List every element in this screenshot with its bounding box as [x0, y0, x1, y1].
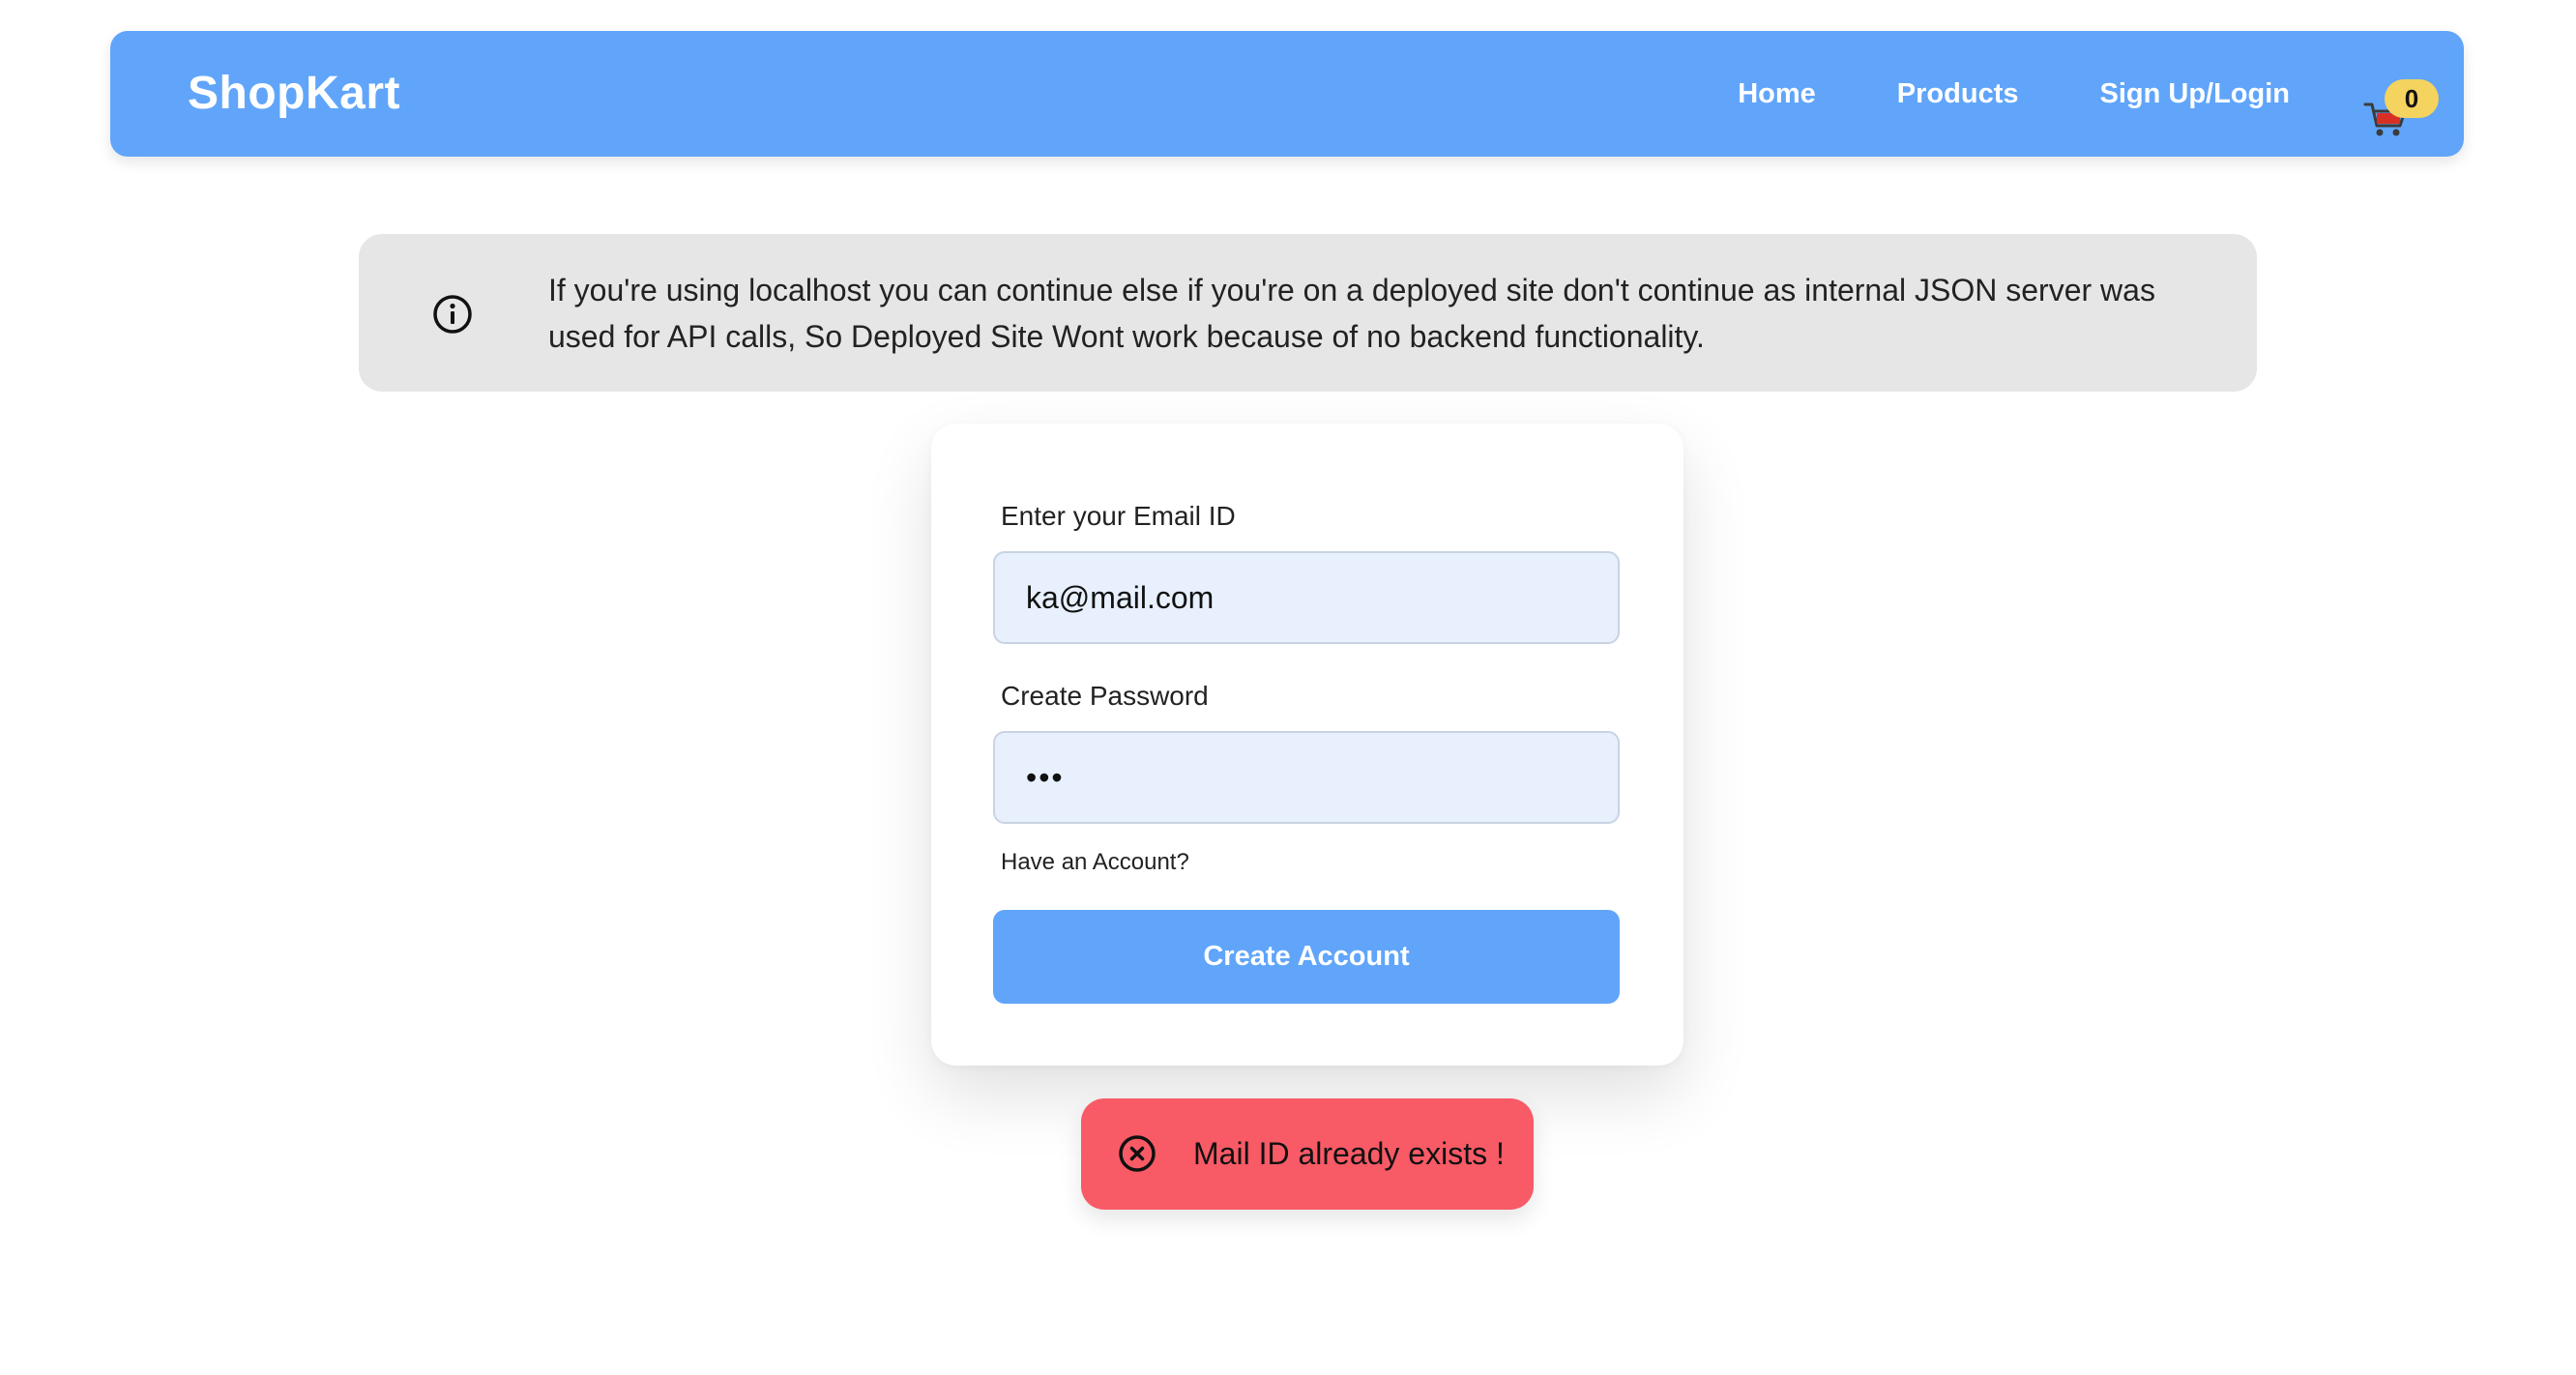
- email-label: Enter your Email ID: [1001, 501, 1236, 531]
- info-icon: [433, 295, 472, 334]
- notice-text: If you're using localhost you can contin…: [548, 273, 2155, 354]
- email-input[interactable]: [993, 551, 1620, 644]
- cart-button[interactable]: 0: [2361, 66, 2448, 153]
- error-x-icon: [1119, 1135, 1156, 1172]
- signup-form-card: Enter your Email ID Create Password Have…: [931, 424, 1683, 1066]
- cart-count-badge: 0: [2385, 79, 2439, 118]
- password-label: Create Password: [1001, 681, 1209, 711]
- nav-home-link[interactable]: Home: [1738, 78, 1816, 110]
- toast-message: Mail ID already exists !: [1193, 1136, 1505, 1171]
- info-notice: If you're using localhost you can contin…: [359, 234, 2257, 392]
- password-input[interactable]: [993, 731, 1620, 824]
- have-account-link[interactable]: Have an Account?: [1001, 849, 1189, 876]
- nav-links: Home Products Sign Up/Login: [1656, 31, 2290, 157]
- nav-signup-login-link[interactable]: Sign Up/Login: [2099, 78, 2290, 110]
- brand-logo[interactable]: ShopKart: [188, 31, 400, 157]
- nav-products-link[interactable]: Products: [1897, 78, 2019, 110]
- navbar: ShopKart Home Products Sign Up/Login 0: [110, 31, 2464, 157]
- create-account-button[interactable]: Create Account: [993, 910, 1620, 1004]
- error-toast: Mail ID already exists !: [1081, 1098, 1534, 1210]
